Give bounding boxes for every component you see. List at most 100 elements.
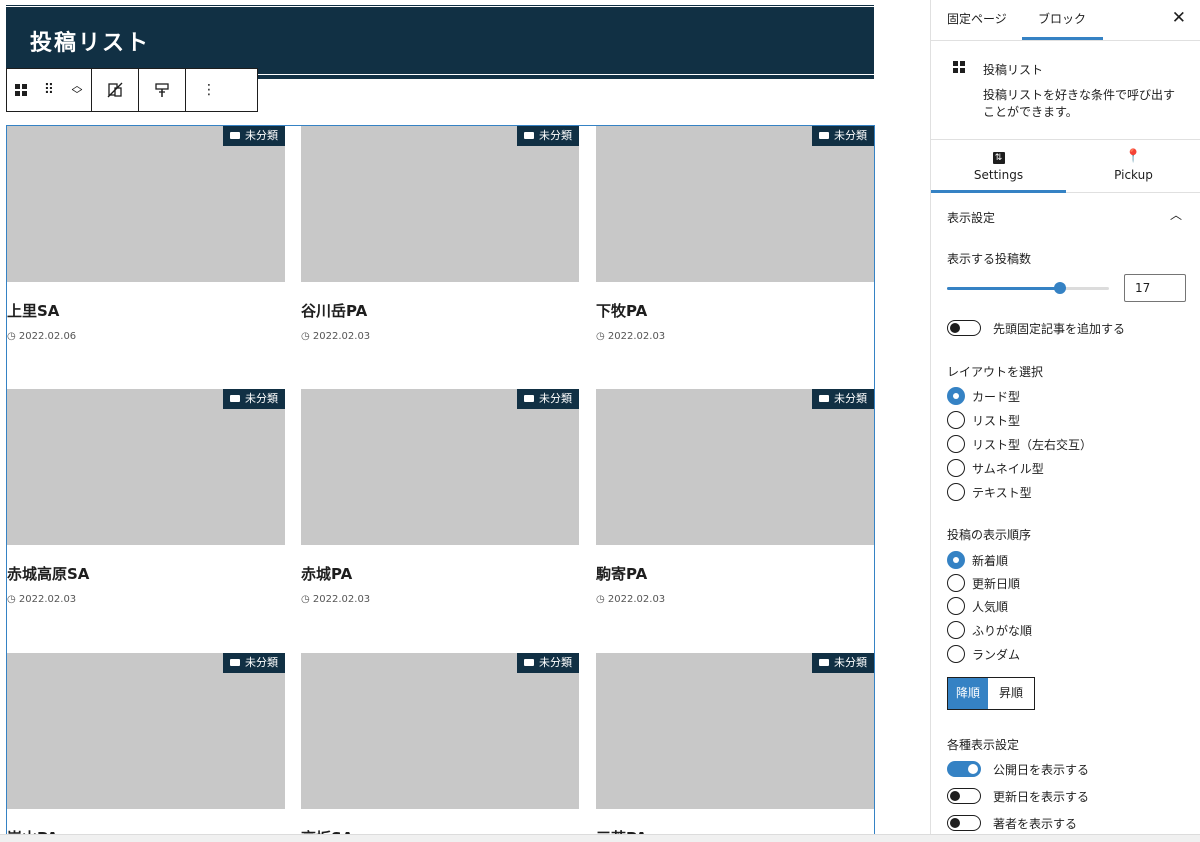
- modified-date-toggle[interactable]: [947, 788, 981, 804]
- asc-button[interactable]: 昇順: [988, 678, 1034, 709]
- radio-button[interactable]: [947, 459, 965, 477]
- post-date-text: 2022.02.03: [18, 594, 77, 605]
- radio-label: ランダム: [972, 647, 1021, 662]
- post-thumbnail[interactable]: [301, 653, 579, 809]
- post-thumbnail[interactable]: [596, 389, 874, 545]
- device-visibility-icon[interactable]: [92, 69, 138, 111]
- desc-button[interactable]: 降順: [948, 678, 988, 709]
- chevron-down-icon[interactable]: ﹀: [72, 89, 83, 100]
- more-options-icon[interactable]: ⋮: [186, 69, 232, 111]
- category-label: 未分類: [539, 392, 572, 405]
- category-label: 未分類: [834, 392, 867, 405]
- move-up-down-icon[interactable]: ︿ ﹀: [63, 69, 91, 111]
- radio-label: 新着順: [972, 553, 1009, 568]
- radio-layout-thumbnail[interactable]: サムネイル型: [947, 458, 1044, 478]
- category-badge: 未分類: [223, 389, 285, 409]
- radio-button[interactable]: [947, 483, 965, 501]
- category-label: 未分類: [245, 656, 278, 669]
- post-thumbnail[interactable]: [301, 389, 579, 545]
- post-title[interactable]: 赤城PA: [301, 563, 352, 584]
- radio-layout-card[interactable]: カード型: [947, 386, 1020, 406]
- post-date: ◷ 2022.02.03: [596, 331, 666, 342]
- radio-order-random[interactable]: ランダム: [947, 644, 1020, 664]
- slider-thumb[interactable]: [1054, 282, 1067, 294]
- block-type-button[interactable]: [7, 69, 35, 111]
- tab-pickup[interactable]: 📍 Pickup: [1066, 140, 1200, 192]
- post-title[interactable]: 下牧PA: [596, 300, 647, 321]
- radio-button[interactable]: [947, 411, 965, 429]
- radio-order-popular[interactable]: 人気順: [947, 596, 1008, 616]
- post-thumbnail[interactable]: [596, 653, 874, 809]
- close-icon[interactable]: ✕: [1172, 8, 1186, 28]
- post-title[interactable]: 駒寄PA: [596, 563, 647, 584]
- radio-layout-list[interactable]: リスト型: [947, 410, 1020, 430]
- tab-settings[interactable]: ⇅ Settings: [931, 140, 1066, 193]
- post-date-text: 2022.02.03: [312, 594, 371, 605]
- modified-date-toggle-row[interactable]: 更新日を表示する: [947, 786, 1089, 806]
- tab-settings-label: Settings: [973, 168, 1024, 182]
- block-card-title: 投稿リスト: [983, 63, 1044, 77]
- publish-date-toggle-row[interactable]: 公開日を表示する: [947, 759, 1089, 779]
- toolbar-group-style: [139, 69, 186, 111]
- post-title[interactable]: 上里SA: [7, 300, 59, 321]
- post-thumbnail[interactable]: [301, 126, 579, 282]
- post-thumbnail[interactable]: [7, 653, 285, 809]
- category-label: 未分類: [834, 656, 867, 669]
- folder-icon: [819, 395, 829, 402]
- block-card-description: 投稿リストを好きな条件で呼び出すことができます。: [983, 88, 1176, 119]
- radio-button[interactable]: [947, 574, 965, 592]
- category-badge: 未分類: [517, 389, 579, 409]
- folder-icon: [230, 132, 240, 139]
- radio-button[interactable]: [947, 621, 965, 639]
- publish-date-toggle[interactable]: [947, 761, 981, 777]
- display-settings-header[interactable]: 表示設定: [947, 209, 995, 226]
- post-list-block[interactable]: 未分類 上里SA ◷ 2022.02.06 未分類 谷川岳PA ◷ 2022.0…: [6, 125, 875, 841]
- post-thumbnail[interactable]: [596, 126, 874, 282]
- post-date-text: 2022.02.03: [607, 331, 666, 342]
- sticky-toggle[interactable]: [947, 320, 981, 336]
- tab-block[interactable]: ブロック: [1038, 10, 1086, 27]
- radio-button[interactable]: [947, 597, 965, 615]
- radio-button[interactable]: [947, 551, 965, 569]
- post-date-text: 2022.02.03: [312, 331, 371, 342]
- post-date-text: 2022.02.03: [607, 594, 666, 605]
- radio-order-updated[interactable]: 更新日順: [947, 573, 1020, 593]
- paint-roller-icon[interactable]: [139, 69, 185, 111]
- drag-handle-icon[interactable]: ⠿: [35, 69, 63, 111]
- folder-icon: [524, 659, 534, 666]
- radio-button[interactable]: [947, 435, 965, 453]
- toggle-label: 著者を表示する: [993, 816, 1078, 831]
- post-count-slider[interactable]: [947, 282, 1109, 294]
- mobile-hide-icon: [107, 82, 123, 98]
- folder-icon: [230, 395, 240, 402]
- post-title[interactable]: 赤城高原SA: [7, 563, 89, 584]
- post-thumbnail[interactable]: [7, 389, 285, 545]
- post-thumbnail[interactable]: [7, 126, 285, 282]
- radio-button[interactable]: [947, 645, 965, 663]
- heading-text[interactable]: 投稿リスト: [30, 25, 150, 57]
- post-count-input[interactable]: 17: [1124, 274, 1186, 302]
- category-badge: 未分類: [812, 389, 874, 409]
- tab-page[interactable]: 固定ページ: [947, 10, 1007, 27]
- radio-order-newest[interactable]: 新着順: [947, 550, 1008, 570]
- chevron-up-icon[interactable]: ︿: [1170, 206, 1182, 223]
- category-label: 未分類: [834, 129, 867, 142]
- style-icon: [155, 83, 169, 97]
- radio-layout-list-alt[interactable]: リスト型（左右交互）: [947, 434, 1092, 454]
- radio-order-furigana[interactable]: ふりがな順: [947, 620, 1032, 640]
- toolbar-group-align: [92, 69, 139, 111]
- panel-tabs: ⇅ Settings 📍 Pickup: [931, 140, 1200, 193]
- category-badge: 未分類: [223, 653, 285, 673]
- radio-layout-text[interactable]: テキスト型: [947, 482, 1032, 502]
- toggle-knob: [950, 818, 960, 828]
- author-toggle[interactable]: [947, 815, 981, 831]
- author-toggle-row[interactable]: 著者を表示する: [947, 813, 1077, 833]
- settings-icon: ⇅: [931, 148, 1066, 164]
- grid-icon: [953, 61, 965, 73]
- radio-label: テキスト型: [972, 485, 1032, 500]
- radio-label: ふりがな順: [972, 623, 1033, 638]
- sticky-toggle-row[interactable]: 先頭固定記事を追加する: [947, 318, 1125, 338]
- post-title[interactable]: 谷川岳PA: [301, 300, 367, 321]
- radio-button[interactable]: [947, 387, 965, 405]
- sidebar-tabs: 固定ページ ブロック ✕: [931, 0, 1200, 41]
